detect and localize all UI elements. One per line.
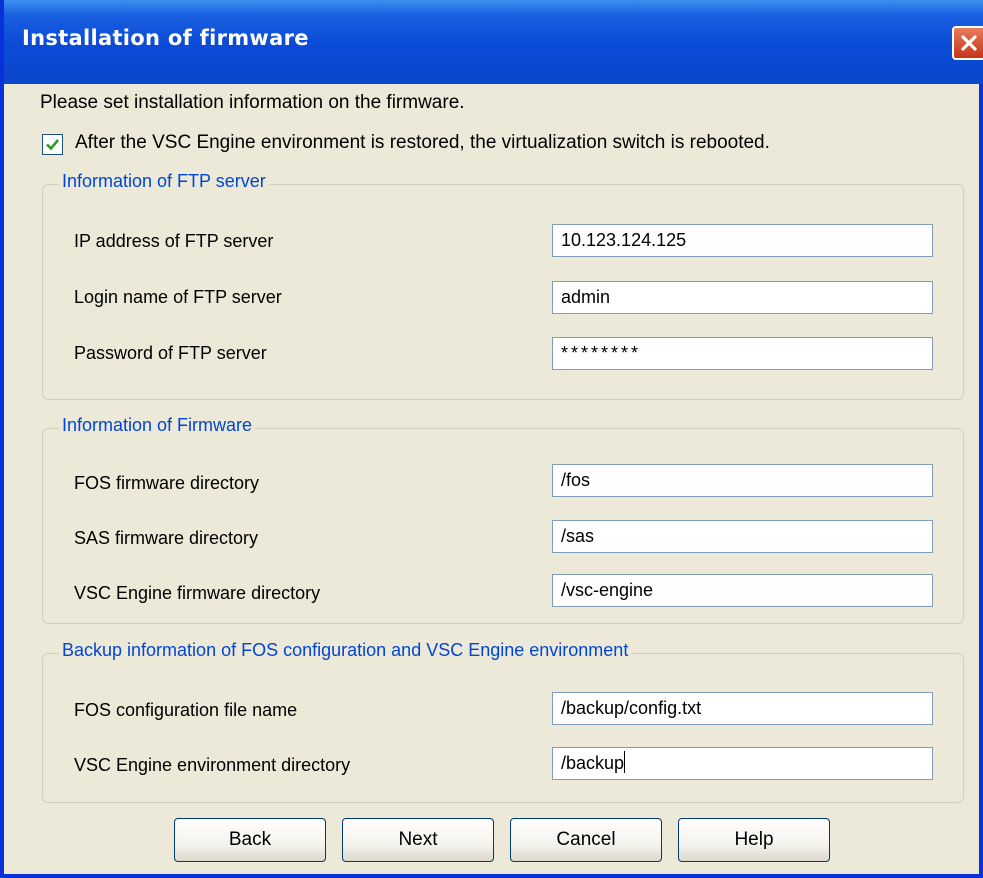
title-bar[interactable]: Installation of firmware: [4, 0, 983, 84]
ftp-group-legend: Information of FTP server: [59, 171, 269, 192]
firmware-group: Information of Firmware FOS firmware dir…: [42, 415, 964, 624]
backup-group: Backup information of FOS configuration …: [42, 640, 964, 803]
vsc-engine-firmware-label: VSC Engine firmware directory: [74, 583, 321, 603]
vsc-engine-firmware-input[interactable]: [552, 574, 933, 607]
close-icon: [961, 35, 977, 51]
checkmark-icon: [46, 139, 60, 151]
sas-firmware-label: SAS firmware directory: [74, 528, 259, 548]
vsc-env-directory-input[interactable]: /backup: [552, 747, 933, 780]
fos-config-file-label: FOS configuration file name: [74, 700, 298, 720]
cancel-button[interactable]: Cancel: [510, 818, 662, 862]
back-button[interactable]: Back: [174, 818, 326, 862]
help-button[interactable]: Help: [678, 818, 830, 862]
firmware-group-legend: Information of Firmware: [59, 415, 256, 436]
reboot-checkbox-label: After the VSC Engine environment is rest…: [75, 132, 770, 153]
reboot-checkbox[interactable]: [42, 134, 63, 155]
ip-address-label: IP address of FTP server: [74, 231, 274, 251]
fos-config-file-input[interactable]: [552, 692, 933, 725]
fos-firmware-input[interactable]: [552, 464, 933, 497]
password-input[interactable]: [552, 337, 933, 370]
vsc-env-directory-value: /backup: [561, 753, 625, 773]
password-label: Password of FTP server: [74, 343, 267, 363]
login-name-label: Login name of FTP server: [74, 287, 282, 307]
ftp-server-group: Information of FTP server IP address of …: [42, 171, 964, 400]
backup-group-legend: Backup information of FOS configuration …: [59, 640, 632, 661]
login-name-input[interactable]: [552, 281, 933, 314]
text-caret: [624, 751, 626, 773]
fos-firmware-label: FOS firmware directory: [74, 473, 260, 493]
next-button[interactable]: Next: [342, 818, 494, 862]
dialog-window: Installation of firmware Please set inst…: [0, 0, 983, 878]
ip-address-input[interactable]: [552, 224, 933, 257]
sas-firmware-input[interactable]: [552, 520, 933, 553]
close-button[interactable]: [952, 26, 983, 60]
vsc-env-directory-label: VSC Engine environment directory: [74, 755, 351, 775]
window-title: Installation of firmware: [22, 26, 309, 50]
intro-text: Please set installation information on t…: [40, 92, 465, 113]
